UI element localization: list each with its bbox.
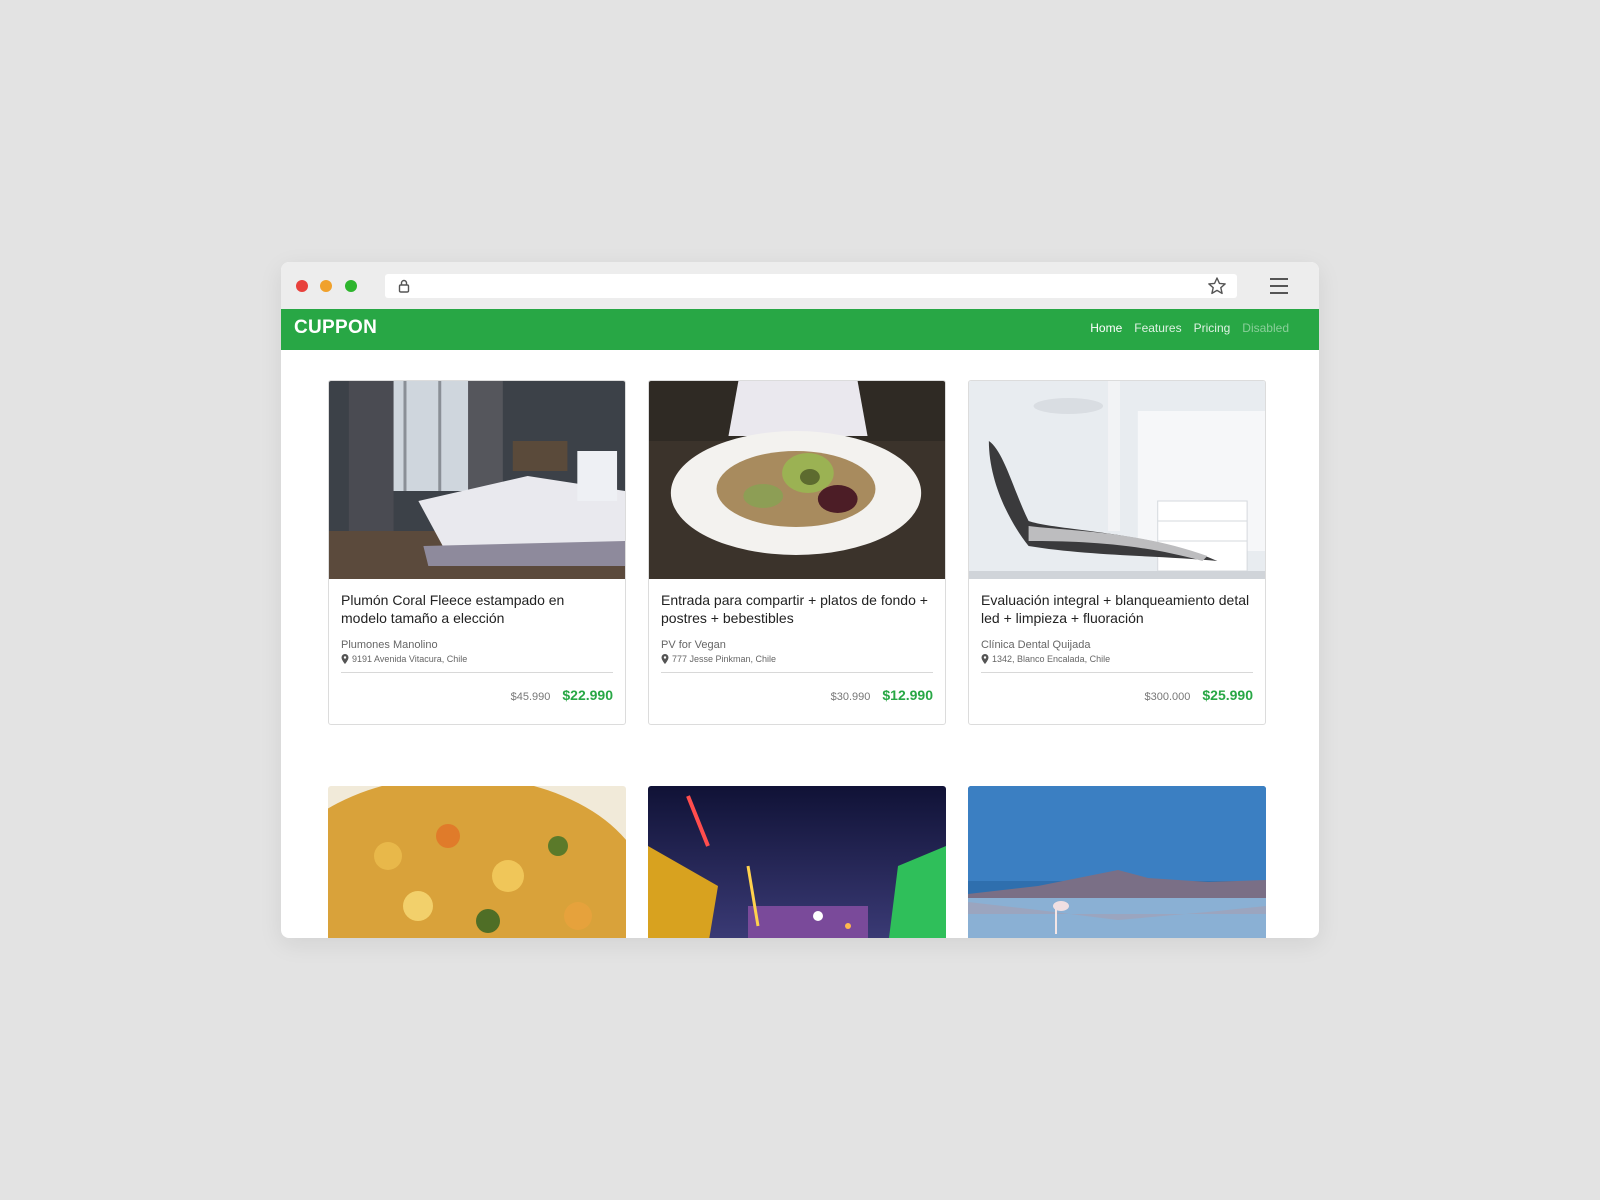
nav-link-home[interactable]: Home bbox=[1090, 321, 1122, 335]
deal-image-stew bbox=[328, 786, 626, 938]
map-pin-icon bbox=[981, 654, 989, 664]
site-navbar: CUPPON Home Features Pricing Disabled bbox=[281, 309, 1319, 350]
deal-original-price: $30.990 bbox=[830, 691, 871, 703]
deal-address-text: 1342, Blanco Encalada, Chile bbox=[992, 654, 1111, 664]
deal-image-bedroom bbox=[329, 381, 625, 579]
card-divider bbox=[981, 672, 1253, 673]
brand-logo[interactable]: CUPPON bbox=[294, 317, 377, 339]
deal-address-text: 777 Jesse Pinkman, Chile bbox=[672, 654, 777, 664]
deal-merchant: Plumones Manolino bbox=[341, 639, 438, 651]
deal-original-price: $300.000 bbox=[1144, 691, 1191, 703]
deal-card[interactable] bbox=[968, 786, 1266, 938]
deal-address: 1342, Blanco Encalada, Chile bbox=[981, 654, 1253, 664]
deal-title[interactable]: Evaluación integral + blanqueamiento det… bbox=[981, 591, 1253, 629]
browser-chrome bbox=[281, 262, 1319, 309]
deal-prices: $30.990 $12.990 bbox=[661, 687, 933, 703]
map-pin-icon bbox=[661, 654, 669, 664]
deal-image-fairground bbox=[648, 786, 946, 938]
deal-card[interactable]: Plumón Coral Fleece estampado en modelo … bbox=[328, 380, 626, 725]
deal-image-salt-flat-lagoon bbox=[968, 786, 1266, 938]
deals-grid: Plumón Coral Fleece estampado en modelo … bbox=[281, 350, 1319, 938]
maximize-window-button[interactable] bbox=[345, 280, 357, 292]
hamburger-menu-icon[interactable] bbox=[1268, 275, 1290, 297]
deal-address-text: 9191 Avenida Vitacura, Chile bbox=[352, 654, 468, 664]
minimize-window-button[interactable] bbox=[320, 280, 332, 292]
close-window-button[interactable] bbox=[296, 280, 308, 292]
deal-title[interactable]: Plumón Coral Fleece estampado en modelo … bbox=[341, 591, 613, 629]
card-divider bbox=[341, 672, 613, 673]
deal-prices: $300.000 $25.990 bbox=[981, 687, 1254, 703]
deal-card[interactable]: Evaluación integral + blanqueamiento det… bbox=[968, 380, 1266, 725]
nav-links: Home Features Pricing Disabled bbox=[1090, 321, 1289, 335]
deal-image-dental-clinic bbox=[969, 381, 1265, 579]
map-pin-icon bbox=[341, 654, 349, 664]
deal-image-food bbox=[649, 381, 945, 579]
deal-sale-price: $25.990 bbox=[1202, 687, 1253, 703]
address-bar[interactable] bbox=[385, 274, 1237, 298]
star-icon[interactable] bbox=[1207, 276, 1227, 296]
nav-link-pricing[interactable]: Pricing bbox=[1194, 321, 1231, 335]
deal-title[interactable]: Entrada para compartir + platos de fondo… bbox=[661, 591, 933, 629]
deal-prices: $45.990 $22.990 bbox=[341, 687, 613, 703]
deal-merchant: Clínica Dental Quijada bbox=[981, 639, 1091, 651]
deal-sale-price: $12.990 bbox=[882, 687, 933, 703]
deal-card[interactable] bbox=[328, 786, 626, 938]
deal-address: 9191 Avenida Vitacura, Chile bbox=[341, 654, 613, 664]
deal-card[interactable]: Entrada para compartir + platos de fondo… bbox=[648, 380, 946, 725]
deal-address: 777 Jesse Pinkman, Chile bbox=[661, 654, 933, 664]
deal-merchant: PV for Vegan bbox=[661, 639, 726, 651]
browser-window: CUPPON Home Features Pricing Disabled Pl… bbox=[281, 262, 1319, 938]
lock-icon bbox=[398, 279, 410, 293]
deal-card[interactable] bbox=[648, 786, 946, 938]
deal-sale-price: $22.990 bbox=[562, 687, 613, 703]
card-divider bbox=[661, 672, 933, 673]
nav-link-features[interactable]: Features bbox=[1134, 321, 1181, 335]
nav-link-disabled: Disabled bbox=[1242, 321, 1289, 335]
deal-original-price: $45.990 bbox=[510, 691, 551, 703]
